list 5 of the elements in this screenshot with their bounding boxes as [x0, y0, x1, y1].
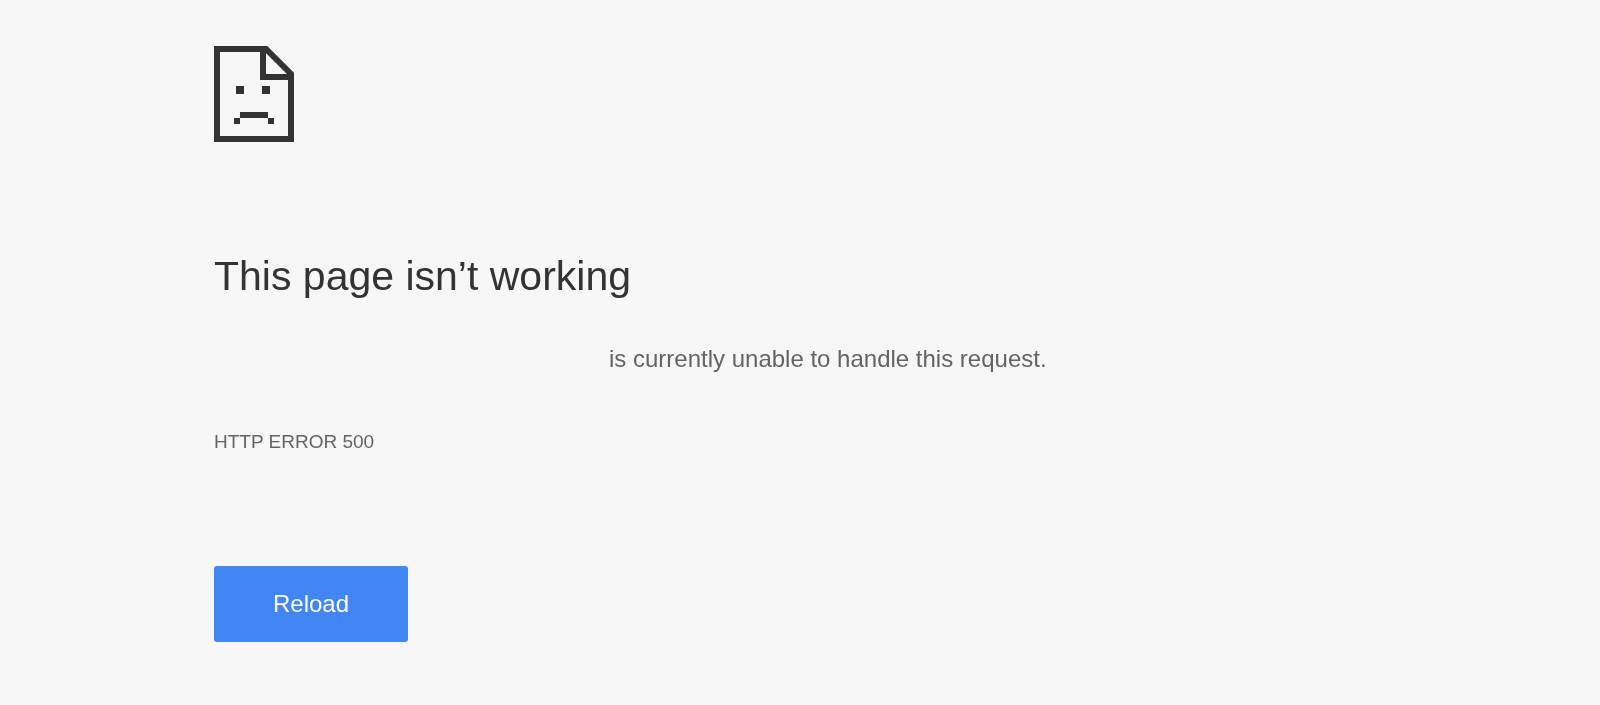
reload-button[interactable]: Reload	[214, 566, 408, 643]
error-message: is currently unable to handle this request.	[609, 345, 1048, 374]
sad-document-icon	[214, 46, 294, 142]
error-heading: This page isn’t working	[214, 252, 633, 301]
error-code: HTTP ERROR 500	[214, 431, 376, 454]
